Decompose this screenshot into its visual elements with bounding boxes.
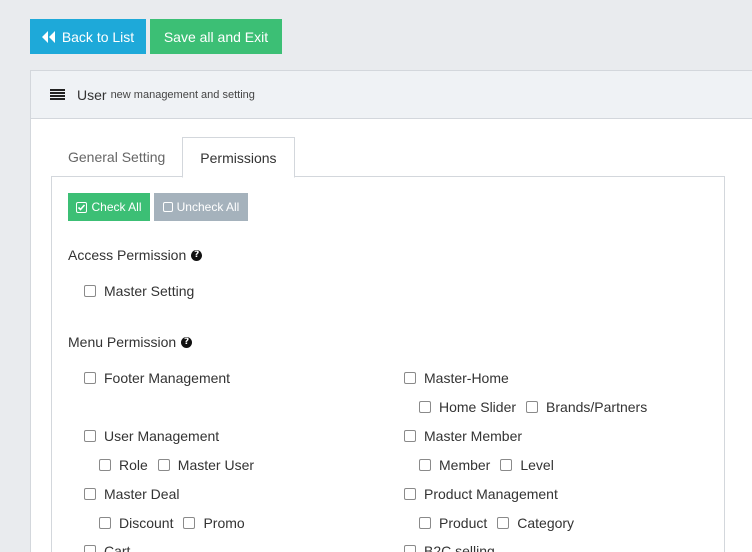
uncheck-all-label: Uncheck All — [176, 200, 240, 214]
permission-master-member: Master Member — [404, 428, 522, 444]
sub-permissions-user: Role Master User — [99, 457, 254, 473]
user-panel: User new management and setting General … — [30, 70, 752, 552]
permission-label: Footer Management — [104, 370, 231, 386]
checkbox[interactable] — [84, 545, 96, 552]
checkbox[interactable] — [526, 401, 539, 413]
permission-label: Master Setting — [104, 283, 195, 299]
permission-label: Level — [520, 457, 554, 473]
permission-label: Cart — [104, 543, 131, 552]
save-all-exit-button[interactable]: Save all and Exit — [150, 19, 282, 54]
menu-permission-heading: Menu Permission ? — [68, 334, 193, 350]
permission-label: B2C selling — [424, 543, 495, 552]
permission-user-management: User Management — [84, 428, 219, 444]
checkbox[interactable] — [404, 488, 416, 500]
permission-label: Master User — [177, 457, 255, 473]
checkbox[interactable] — [99, 517, 111, 529]
permission-master-setting: Master Setting — [84, 283, 194, 299]
checkbox-empty-icon — [162, 202, 173, 212]
hamburger-menu-icon — [50, 89, 65, 100]
permission-master-deal: Master Deal — [84, 486, 179, 502]
help-icon[interactable]: ? — [181, 336, 193, 348]
permission-label: Category — [517, 515, 575, 531]
checkbox[interactable] — [404, 372, 416, 384]
permission-b2c-selling: B2C selling — [404, 543, 495, 552]
checkbox[interactable] — [84, 488, 96, 500]
checkbox[interactable] — [419, 459, 431, 471]
permission-footer-management: Footer Management — [84, 370, 230, 386]
checkbox[interactable] — [84, 285, 96, 297]
permission-label: Discount — [119, 515, 174, 531]
checkbox[interactable] — [497, 517, 510, 529]
menu-permission-title: Menu Permission — [68, 334, 177, 350]
panel-title: User — [77, 86, 107, 103]
checkbox-checked-icon — [76, 201, 88, 213]
sub-permissions-member: Member Level — [419, 457, 554, 473]
permission-label: Master Deal — [104, 486, 180, 502]
back-to-list-button[interactable]: Back to List — [30, 19, 146, 54]
checkbox[interactable] — [419, 401, 431, 413]
tab-bar: General Setting Permissions — [51, 137, 295, 178]
check-all-label: Check All — [91, 200, 142, 214]
checkbox[interactable] — [500, 459, 513, 471]
panel-subtitle: new management and setting — [110, 88, 255, 101]
checkbox[interactable] — [419, 517, 431, 529]
permission-label: Promo — [203, 515, 245, 531]
sub-permissions-home: Home Slider Brands/Partners — [419, 399, 647, 415]
permission-label: Product — [439, 515, 488, 531]
back-to-list-label: Back to List — [61, 28, 135, 45]
permission-label: Product Management — [424, 486, 558, 502]
help-icon[interactable]: ? — [191, 249, 203, 261]
checkbox[interactable] — [404, 430, 416, 442]
tab-general-setting[interactable]: General Setting — [51, 137, 182, 177]
permission-label: Master Member — [424, 428, 523, 444]
permissions-tab-content: Check All Uncheck All Access Permission … — [51, 176, 725, 552]
access-permission-heading: Access Permission ? — [68, 247, 203, 263]
permission-cart: Cart — [84, 543, 130, 552]
checkbox[interactable] — [84, 430, 96, 442]
permission-label: Master-Home — [424, 370, 509, 386]
checkbox[interactable] — [84, 372, 96, 384]
permission-label: Brands/Partners — [546, 399, 648, 415]
permission-label: Home Slider — [439, 399, 517, 415]
permission-product-management: Product Management — [404, 486, 558, 502]
permission-master-home: Master-Home — [404, 370, 509, 386]
access-permission-title: Access Permission — [68, 247, 187, 263]
sub-permissions-product: Product Category — [419, 515, 574, 531]
checkbox[interactable] — [404, 545, 416, 552]
check-all-button[interactable]: Check All — [68, 193, 150, 221]
checkbox[interactable] — [99, 459, 111, 471]
checkbox[interactable] — [183, 517, 196, 529]
double-back-arrow-icon — [41, 30, 55, 43]
sub-permissions-deal: Discount Promo — [99, 515, 245, 531]
permission-label: Role — [119, 457, 148, 473]
permission-label: User Management — [104, 428, 220, 444]
permission-label: Member — [439, 457, 491, 473]
panel-header: User new management and setting — [31, 71, 752, 119]
uncheck-all-button[interactable]: Uncheck All — [154, 193, 248, 221]
checkbox[interactable] — [157, 459, 170, 471]
tab-permissions[interactable]: Permissions — [182, 137, 295, 178]
